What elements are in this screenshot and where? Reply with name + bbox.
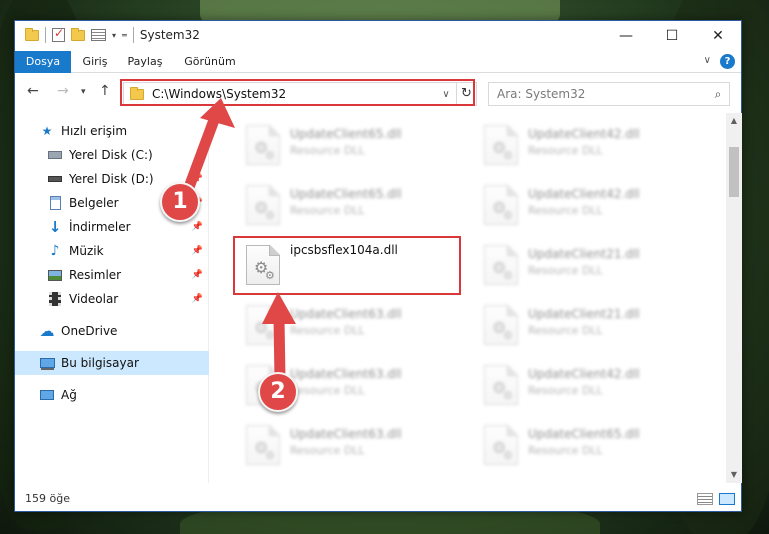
annotation-arrows <box>182 98 296 386</box>
arrow-2-head <box>262 292 296 324</box>
arrow-1-line <box>182 114 220 196</box>
step-1-badge: 1 <box>160 182 200 222</box>
arrow-2-line <box>273 312 286 386</box>
step-2-badge: 2 <box>258 372 298 412</box>
